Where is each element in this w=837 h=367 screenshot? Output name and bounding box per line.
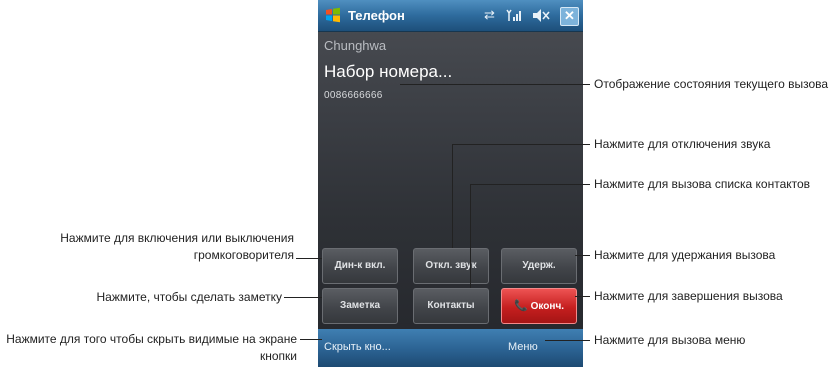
callout-note: Нажмите, чтобы сделать заметку <box>96 290 283 304</box>
hold-button[interactable]: Удерж. <box>501 248 577 284</box>
callout-end: Нажмите для завершения вызова <box>594 289 783 303</box>
callout-line-contacts-vertical <box>470 184 471 288</box>
callout-hide: Нажмите для того чтобы скрыть видимые на… <box>0 331 297 365</box>
callout-line-end <box>575 296 590 297</box>
connectivity-icon[interactable]: ⇄ <box>484 7 495 23</box>
end-call-icon: 📞 <box>513 300 528 312</box>
callout-line-speaker <box>296 258 322 259</box>
close-icon[interactable]: ✕ <box>560 7 579 26</box>
mute-button[interactable]: Откл. звук <box>413 248 489 284</box>
contacts-button-label: Контакты <box>427 300 475 311</box>
callout-status: Отображение состояния текущего вызова <box>594 77 829 91</box>
callout-contacts: Нажмите для вызова списка контактов <box>594 177 811 191</box>
callout-mute: Нажмите для отключения звука <box>594 137 771 151</box>
mute-button-label: Откл. звук <box>425 260 477 271</box>
call-status: Набор номера... <box>324 62 453 81</box>
end-call-button-label: Оконч. <box>530 301 565 312</box>
callout-menu: Нажмите для вызова меню <box>594 333 746 347</box>
callout-line-hold <box>575 255 590 256</box>
callout-line-note <box>284 297 322 298</box>
callout-speaker: Нажмите для включения или выключения гро… <box>0 230 294 264</box>
windows-start-icon[interactable] <box>324 6 342 24</box>
callout-hold: Нажмите для удержания вызова <box>594 248 776 262</box>
dialed-number: 0086666666 <box>324 90 383 101</box>
callout-line-mute-vertical <box>452 144 453 248</box>
hide-buttons-softkey[interactable]: Скрыть кно... <box>324 341 391 353</box>
callout-speaker-line1: Нажмите для включения или выключения <box>60 231 294 245</box>
carrier-name: Chunghwa <box>324 38 387 53</box>
speaker-button-label: Дин-к вкл. <box>334 260 386 271</box>
note-button-label: Заметка <box>339 300 381 311</box>
callout-line-status <box>400 84 590 85</box>
end-call-button[interactable]: 📞 Оконч. <box>501 288 577 324</box>
callout-line-hide <box>300 339 322 340</box>
title-bar: Телефон ⇄ ✕ <box>318 0 583 32</box>
app-title: Телефон <box>348 8 405 23</box>
callout-hide-line1: Нажмите для того чтобы скрыть видимые на… <box>6 332 297 346</box>
callout-line-contacts <box>470 184 590 185</box>
contacts-button[interactable]: Контакты <box>413 288 489 324</box>
volume-muted-icon[interactable] <box>532 8 550 23</box>
callout-line-mute <box>452 144 590 145</box>
signal-strength-icon[interactable] <box>506 8 522 23</box>
hold-button-label: Удерж. <box>522 260 556 271</box>
callout-hide-line2: кнопки <box>259 349 297 363</box>
softkey-bar: Скрыть кно... Меню <box>318 329 583 367</box>
menu-softkey[interactable]: Меню <box>508 341 538 353</box>
note-button[interactable]: Заметка <box>322 288 398 324</box>
callout-line-menu <box>545 340 590 341</box>
callout-speaker-line2: громкоговорителя <box>193 248 294 262</box>
speaker-button[interactable]: Дин-к вкл. <box>322 248 398 284</box>
